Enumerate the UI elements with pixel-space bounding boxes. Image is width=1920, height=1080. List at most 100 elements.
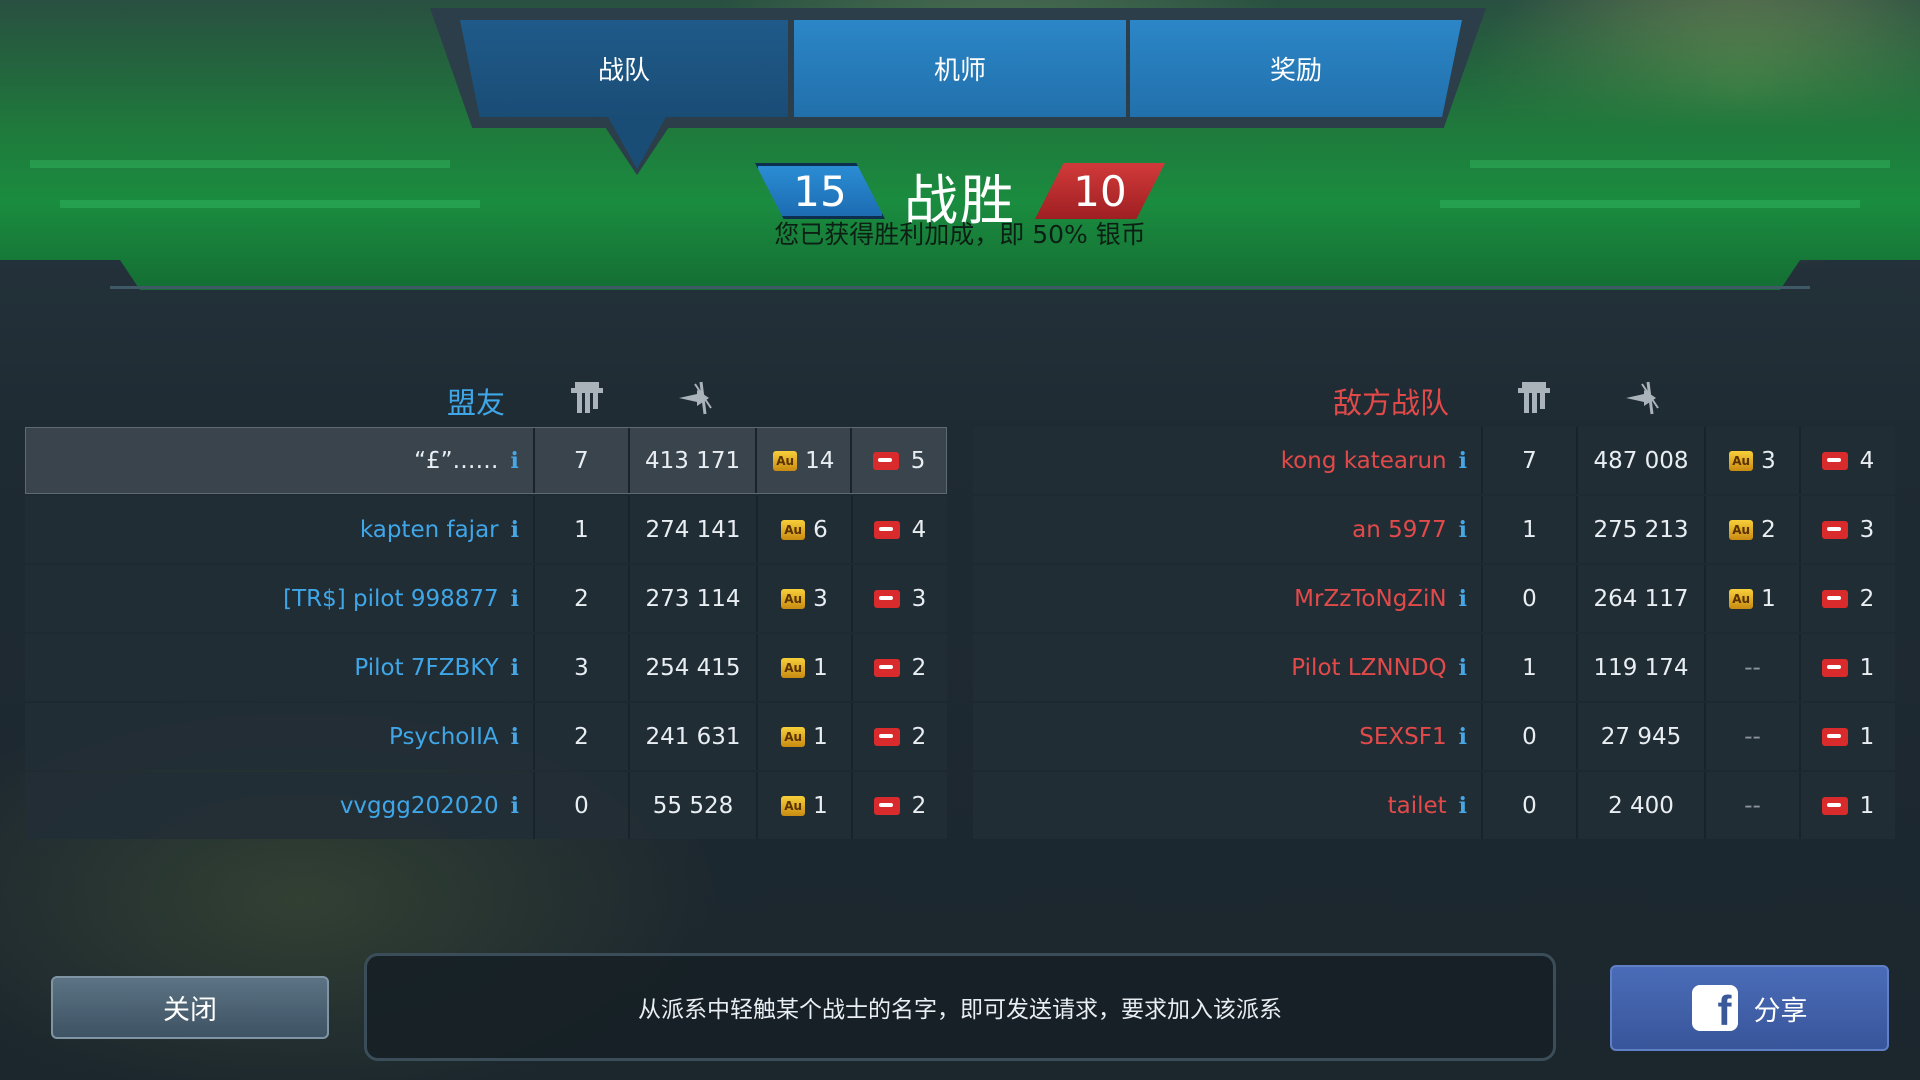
player-name-cell[interactable]: MrZzToNgZiN i bbox=[973, 565, 1483, 632]
turret-icon bbox=[1514, 378, 1554, 418]
close-button[interactable]: 关闭 bbox=[51, 976, 329, 1039]
key-reward-cell: 1 bbox=[1801, 772, 1895, 839]
kills-value: 7 bbox=[1483, 427, 1578, 494]
banner-stripe bbox=[1470, 160, 1890, 168]
gold-reward-cell: Au 1 bbox=[1706, 565, 1801, 632]
facebook-icon: f bbox=[1691, 985, 1738, 1031]
info-icon[interactable]: i bbox=[511, 448, 519, 474]
damage-value: 27 945 bbox=[1578, 703, 1706, 770]
banner-stripe bbox=[30, 160, 450, 168]
player-name[interactable]: Pilot 7FZBKY bbox=[354, 655, 498, 681]
gold-value: 1 bbox=[813, 792, 828, 819]
share-label: 分享 bbox=[1753, 995, 1808, 1027]
player-name-cell[interactable]: vvggg202020 i bbox=[25, 772, 535, 839]
player-name-cell[interactable]: [TR$] pilot 998877 i bbox=[25, 565, 535, 632]
key-value: 3 bbox=[1859, 516, 1875, 543]
gold-reward-cell: -- bbox=[1706, 772, 1801, 839]
key-icon bbox=[873, 658, 900, 677]
player-name-cell[interactable]: kong katearun i bbox=[973, 427, 1483, 494]
info-icon[interactable]: i bbox=[511, 724, 519, 750]
gold-reward-cell: Au 1 bbox=[758, 703, 853, 770]
player-name[interactable]: “£”…… bbox=[414, 448, 498, 474]
key-icon bbox=[873, 727, 900, 746]
key-icon bbox=[1821, 796, 1848, 815]
damage-value: 275 213 bbox=[1578, 496, 1706, 563]
key-value: 3 bbox=[911, 585, 927, 612]
tab-team[interactable]: 战队 bbox=[460, 20, 788, 117]
kills-value: 0 bbox=[1483, 703, 1578, 770]
info-icon[interactable]: i bbox=[511, 793, 519, 819]
table-row: Pilot LZNNDQ i 1 119 174 -- 1 bbox=[973, 634, 1895, 701]
info-icon[interactable]: i bbox=[511, 655, 519, 681]
info-icon[interactable]: i bbox=[511, 586, 519, 612]
tab-rewards[interactable]: 奖励 bbox=[1130, 20, 1462, 117]
info-icon[interactable]: i bbox=[511, 517, 519, 543]
damage-value: 241 631 bbox=[630, 703, 758, 770]
player-name-cell[interactable]: Pilot 7FZBKY i bbox=[25, 634, 535, 701]
gold-icon: Au bbox=[781, 588, 806, 609]
key-value: 2 bbox=[1859, 585, 1875, 612]
key-value: 1 bbox=[1859, 654, 1875, 681]
key-icon bbox=[873, 589, 900, 608]
gold-value: 3 bbox=[1761, 447, 1776, 474]
player-name-cell[interactable]: “£”…… i bbox=[26, 428, 535, 493]
kills-value: 0 bbox=[535, 772, 630, 839]
key-reward-cell: 2 bbox=[1801, 565, 1895, 632]
share-button[interactable]: f 分享 bbox=[1610, 965, 1889, 1051]
damage-value: 273 114 bbox=[630, 565, 758, 632]
key-icon bbox=[873, 520, 900, 539]
turret-icon bbox=[567, 378, 607, 418]
player-name[interactable]: vvggg202020 bbox=[340, 793, 499, 819]
info-icon[interactable]: i bbox=[1459, 517, 1467, 543]
enemies-table: kong katearun i 7 487 008 Au 3 4 an 5977 i 1 275 2… bbox=[973, 427, 1895, 841]
player-name-cell[interactable]: kapten fajar i bbox=[25, 496, 535, 563]
info-icon[interactable]: i bbox=[1459, 655, 1467, 681]
info-icon[interactable]: i bbox=[1459, 586, 1467, 612]
key-value: 1 bbox=[1859, 723, 1875, 750]
player-name-cell[interactable]: SEXSF1 i bbox=[973, 703, 1483, 770]
player-name-cell[interactable]: an 5977 i bbox=[973, 496, 1483, 563]
table-row: MrZzToNgZiN i 0 264 117 Au 1 2 bbox=[973, 565, 1895, 632]
gold-reward-cell: Au 3 bbox=[758, 565, 853, 632]
damage-value: 274 141 bbox=[630, 496, 758, 563]
key-reward-cell: 3 bbox=[853, 565, 947, 632]
banner-stripe bbox=[1440, 200, 1860, 208]
key-reward-cell: 2 bbox=[853, 772, 947, 839]
player-name-cell[interactable]: Pilot LZNNDQ i bbox=[973, 634, 1483, 701]
player-name[interactable]: kapten fajar bbox=[360, 517, 499, 543]
gold-reward-cell: Au 14 bbox=[757, 428, 853, 493]
key-reward-cell: 1 bbox=[1801, 634, 1895, 701]
table-row: [TR$] pilot 998877 i 2 273 114 Au 3 3 bbox=[25, 565, 947, 632]
player-name[interactable]: PsychoIIA bbox=[389, 724, 499, 750]
gold-value: -- bbox=[1744, 654, 1761, 681]
player-name[interactable]: [TR$] pilot 998877 bbox=[283, 586, 499, 612]
info-icon[interactable]: i bbox=[1459, 724, 1467, 750]
key-icon bbox=[1821, 727, 1848, 746]
player-name[interactable]: tailet bbox=[1388, 793, 1447, 819]
player-name[interactable]: kong katearun bbox=[1281, 448, 1447, 474]
player-name-cell[interactable]: PsychoIIA i bbox=[25, 703, 535, 770]
key-icon bbox=[1821, 658, 1848, 677]
key-value: 1 bbox=[1859, 792, 1875, 819]
gold-icon: Au bbox=[773, 450, 798, 471]
kills-value: 3 bbox=[535, 634, 630, 701]
player-name[interactable]: Pilot LZNNDQ bbox=[1291, 655, 1446, 681]
table-row: vvggg202020 i 0 55 528 Au 1 2 bbox=[25, 772, 947, 839]
damage-value: 2 400 bbox=[1578, 772, 1706, 839]
player-name-cell[interactable]: tailet i bbox=[973, 772, 1483, 839]
table-row: Pilot 7FZBKY i 3 254 415 Au 1 2 bbox=[25, 634, 947, 701]
key-icon bbox=[873, 796, 900, 815]
player-name[interactable]: SEXSF1 bbox=[1359, 724, 1446, 750]
damage-value: 413 171 bbox=[630, 428, 758, 493]
player-name[interactable]: MrZzToNgZiN bbox=[1294, 586, 1447, 612]
info-icon[interactable]: i bbox=[1459, 793, 1467, 819]
kills-value: 2 bbox=[535, 703, 630, 770]
player-name[interactable]: an 5977 bbox=[1352, 517, 1447, 543]
allies-title: 盟友 bbox=[447, 386, 506, 420]
banner-stripe bbox=[60, 200, 480, 208]
info-icon[interactable]: i bbox=[1459, 448, 1467, 474]
gold-value: 1 bbox=[813, 723, 828, 750]
gold-reward-cell: -- bbox=[1706, 634, 1801, 701]
tab-pilots[interactable]: 机师 bbox=[794, 20, 1126, 117]
kills-value: 1 bbox=[1483, 496, 1578, 563]
